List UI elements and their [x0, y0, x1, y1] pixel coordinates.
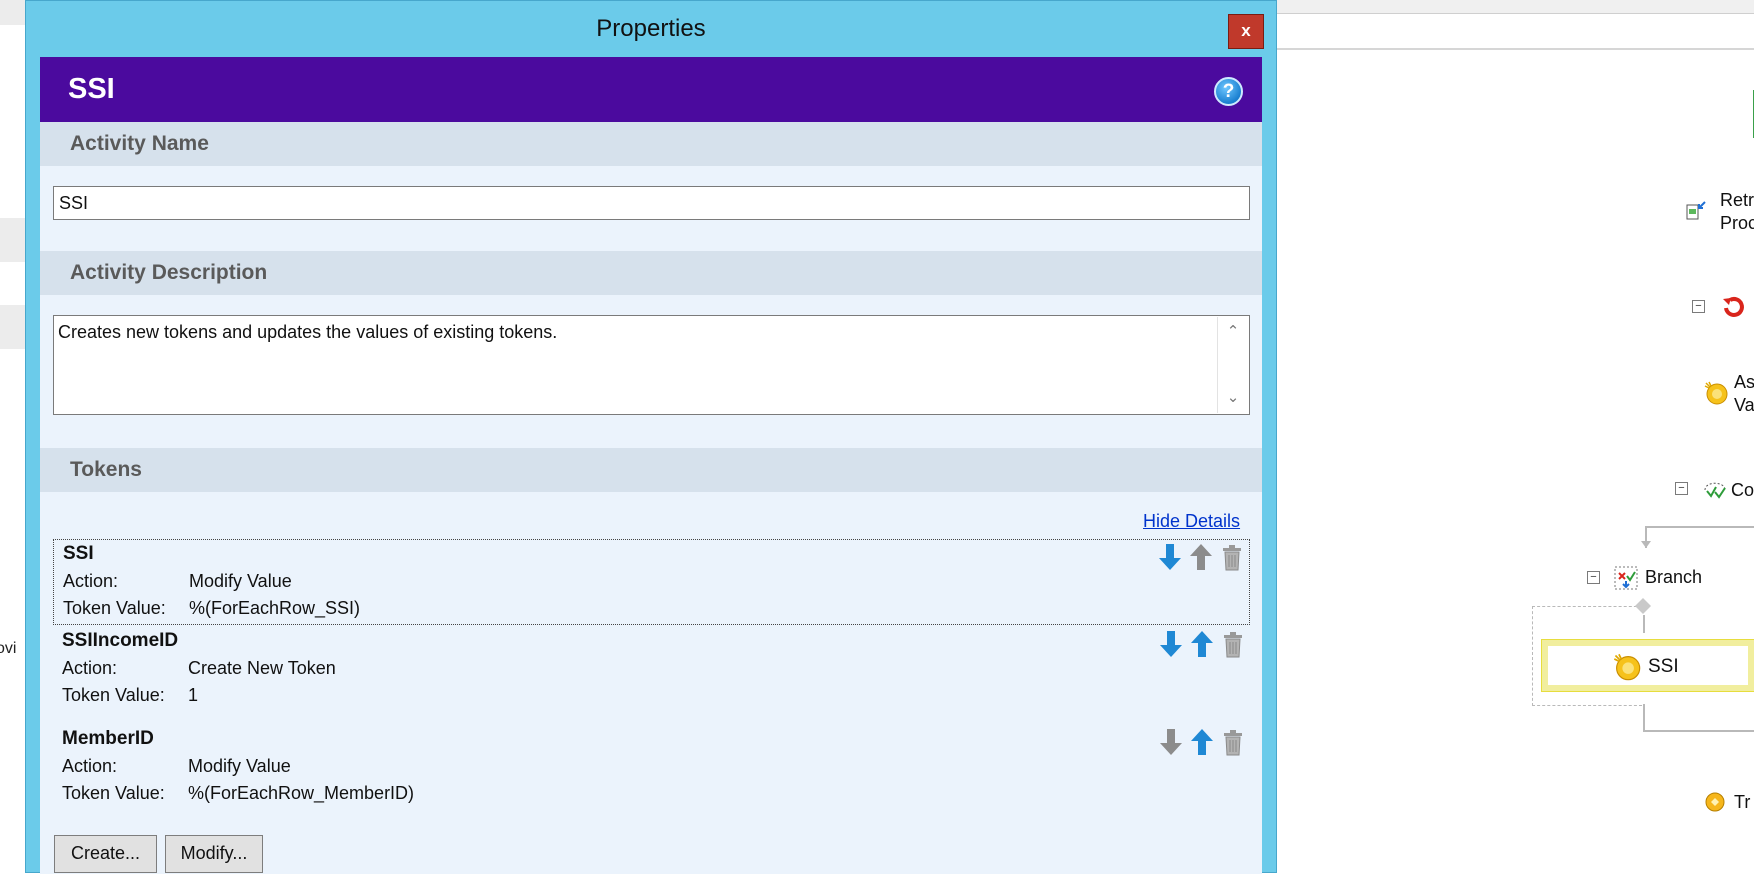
token-value-label: Token Value: — [63, 598, 166, 618]
bg-cut-text: ovi — [0, 640, 17, 657]
delete-icon[interactable] — [1219, 542, 1245, 572]
token-action-value: Create New Token — [188, 658, 336, 678]
move-down-icon[interactable] — [1158, 727, 1184, 757]
connector-line — [1643, 615, 1645, 633]
token-name: SSIIncomeID — [62, 630, 179, 651]
ssi-node-label: SSI — [1648, 656, 1679, 677]
token-value-row: Token Value: %(ForEachRow_SSI) — [63, 598, 360, 619]
branch-icon[interactable] — [1613, 565, 1639, 591]
activity-header: SSI ? — [40, 57, 1262, 122]
token-value: %(ForEachRow_MemberID) — [188, 783, 415, 803]
section-activity-name: Activity Name — [40, 122, 1262, 166]
token-action-row: Action: Create New Token — [62, 658, 336, 679]
activity-description-text: Creates new tokens and updates the value… — [58, 322, 558, 342]
connector-line — [1643, 730, 1754, 732]
retrieve-procedure-icon[interactable] — [1685, 200, 1707, 222]
move-up-icon[interactable] — [1189, 629, 1215, 659]
connector-line — [1643, 704, 1645, 732]
retrieve-label-line2[interactable]: Proc — [1720, 213, 1754, 233]
delete-icon[interactable] — [1220, 629, 1246, 659]
activity-description-textarea[interactable]: Creates new tokens and updates the value… — [53, 315, 1250, 415]
token-action-row: Action: Modify Value — [63, 571, 292, 592]
token-value: 1 — [188, 685, 199, 705]
condition-label[interactable]: Co — [1731, 480, 1754, 500]
section-tokens: Tokens — [40, 448, 1262, 492]
help-icon[interactable]: ? — [1214, 77, 1243, 106]
background-app-left: ovi — [0, 0, 25, 873]
token-item-memberid[interactable]: MemberID Action: Modify Value Token Value… — [53, 725, 1250, 811]
transform-label[interactable]: Tr — [1734, 792, 1750, 812]
modify-token-button[interactable]: Modify... — [165, 835, 263, 873]
section-activity-description: Activity Description — [40, 251, 1262, 295]
assign-label-line1[interactable]: As — [1734, 372, 1754, 392]
token-action-row: Action: Modify Value — [62, 756, 291, 777]
token-action-label: Action: — [63, 571, 119, 591]
branch-diamond — [1635, 598, 1651, 614]
connector-arrow — [1641, 541, 1651, 548]
token-value-label: Token Value: — [62, 685, 165, 705]
loop-icon[interactable] — [1720, 295, 1746, 321]
assign-label-line2[interactable]: Va — [1734, 395, 1754, 415]
token-action-value: Modify Value — [188, 756, 291, 776]
activity-header-title: SSI — [68, 73, 115, 105]
scroll-up-icon[interactable]: ⌃ — [1218, 317, 1248, 347]
bg-row — [0, 218, 25, 262]
token-item-ssiincomeid[interactable]: SSIIncomeID Action: Create New Token Toke… — [53, 627, 1250, 713]
condition-icon[interactable] — [1702, 478, 1728, 502]
move-down-icon[interactable] — [1157, 542, 1183, 572]
retrieve-label-line1[interactable]: Retr — [1720, 190, 1754, 210]
branch-label[interactable]: Branch — [1645, 567, 1702, 587]
move-up-icon[interactable] — [1188, 542, 1214, 572]
collapse-toggle[interactable]: − — [1587, 571, 1600, 584]
token-value-label: Token Value: — [62, 783, 165, 803]
designer-toolbar — [1275, 14, 1754, 50]
token-name: SSI — [63, 543, 94, 564]
description-scrollbar[interactable]: ⌃ ⌄ — [1217, 317, 1248, 413]
token-tools — [1158, 725, 1248, 759]
designer-topbar — [1275, 0, 1754, 14]
collapse-toggle[interactable]: − — [1692, 300, 1705, 313]
move-up-icon[interactable] — [1189, 727, 1215, 757]
activity-name-input[interactable]: SSI — [53, 186, 1250, 220]
connector-line — [1645, 526, 1754, 528]
token-action-label: Action: — [62, 756, 118, 776]
dialog-title: Properties — [596, 15, 706, 42]
token-value-row: Token Value: %(ForEachRow_MemberID) — [62, 783, 414, 804]
designer-node-ssi-selected[interactable]: SSI — [1541, 639, 1754, 692]
workflow-designer: Retr Proc − As Va − Co − Branch Tr — [1275, 0, 1754, 873]
dialog-titlebar[interactable]: Properties x — [26, 1, 1276, 57]
token-value-row: Token Value: 1 — [62, 685, 198, 706]
scroll-down-icon[interactable]: ⌄ — [1218, 383, 1248, 413]
token-value: %(ForEachRow_SSI) — [189, 598, 361, 618]
collapse-toggle[interactable]: − — [1675, 482, 1688, 495]
properties-dialog: Properties x SSI ? Activity Name SSI Act… — [25, 0, 1277, 874]
create-token-button[interactable]: Create... — [54, 835, 157, 873]
token-tools — [1157, 540, 1247, 574]
token-tools — [1158, 627, 1248, 661]
assign-value-icon[interactable] — [1703, 380, 1729, 406]
move-down-icon[interactable] — [1158, 629, 1184, 659]
bg-row — [0, 305, 25, 349]
close-button[interactable]: x — [1228, 14, 1264, 49]
hide-details-link[interactable]: Hide Details — [1143, 511, 1240, 532]
token-action-value: Modify Value — [189, 571, 292, 591]
token-item-ssi[interactable]: SSI Action: Modify Value Token Value: %(Fo… — [53, 539, 1250, 625]
dialog-content: SSI ? Activity Name SSI Activity Descrip… — [40, 57, 1262, 874]
token-name: MemberID — [62, 728, 154, 749]
transform-icon[interactable] — [1703, 790, 1727, 814]
delete-icon[interactable] — [1220, 727, 1246, 757]
token-action-label: Action: — [62, 658, 118, 678]
bg-row — [0, 0, 25, 25]
ssi-assign-icon — [1613, 653, 1641, 681]
